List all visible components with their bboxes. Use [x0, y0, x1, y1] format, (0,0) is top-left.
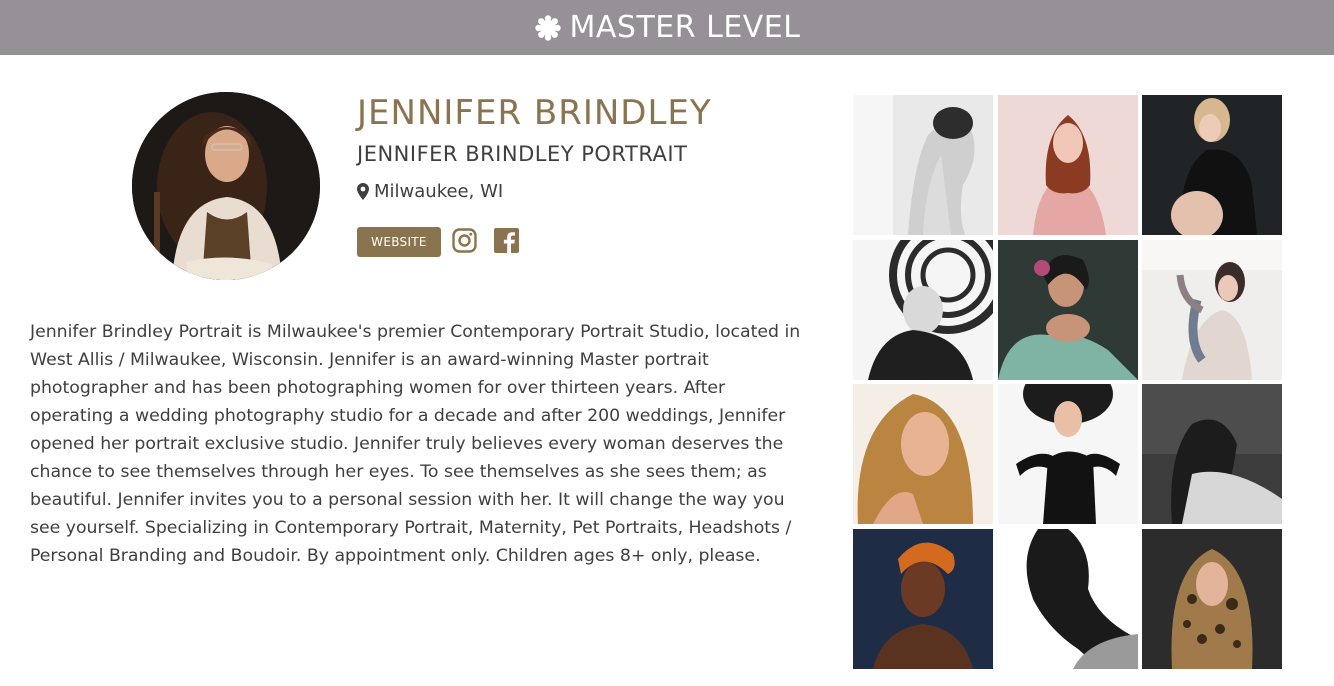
gallery-photo[interactable]	[1142, 384, 1282, 524]
location: Milwaukee, WI	[357, 181, 503, 202]
facebook-icon[interactable]	[494, 228, 519, 253]
gallery-photo[interactable]	[853, 239, 993, 380]
gallery-photo[interactable]	[1142, 95, 1282, 235]
avatar-photo	[132, 92, 320, 280]
location-text: Milwaukee, WI	[374, 181, 504, 202]
website-button[interactable]: WEBSITE	[357, 227, 441, 257]
master-level-banner: MASTER LEVEL	[0, 0, 1334, 55]
studio-name: JENNIFER BRINDLEY PORTRAIT	[357, 142, 688, 166]
portfolio-gallery	[853, 95, 1282, 669]
award-rosette-icon	[534, 14, 561, 41]
gallery-photo[interactable]	[853, 528, 993, 669]
gallery-photo[interactable]	[853, 384, 993, 524]
photographer-name: JENNIFER BRINDLEY	[357, 93, 712, 133]
gallery-photo[interactable]	[997, 95, 1138, 235]
bio-paragraph: Jennifer Brindley Portrait is Milwaukee'…	[30, 322, 801, 566]
banner-title: MASTER LEVEL	[569, 10, 801, 45]
map-pin-icon	[357, 183, 369, 200]
gallery-photo[interactable]	[1142, 528, 1282, 669]
gallery-photo[interactable]	[853, 95, 993, 235]
gallery-photo[interactable]	[997, 528, 1138, 669]
instagram-icon[interactable]	[452, 228, 477, 253]
gallery-photo[interactable]	[997, 239, 1138, 380]
avatar	[132, 92, 320, 280]
gallery-photo[interactable]	[997, 384, 1138, 524]
banner-content: MASTER LEVEL	[534, 10, 801, 45]
gallery-photo[interactable]	[1142, 239, 1282, 380]
